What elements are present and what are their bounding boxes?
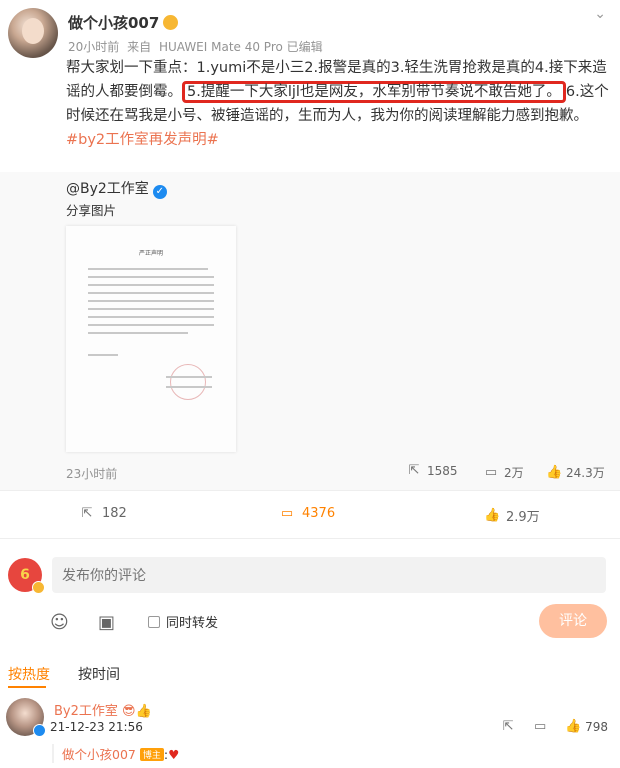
- reply-item: 做个小孩007 博主:♥: [52, 744, 179, 763]
- comment-like[interactable]: 👍 798: [565, 719, 608, 735]
- hashtag-link[interactable]: #by2工作室再发声明#: [66, 132, 219, 148]
- active-tab-indicator: [8, 686, 46, 688]
- comment-icon: ▭: [280, 505, 294, 521]
- like-button[interactable]: 👍 2.9万: [484, 506, 540, 525]
- post-meta: 20小时前 来自 HUAWEI Mate 40 Pro 已编辑: [68, 38, 323, 55]
- statement-image[interactable]: 严正声明: [66, 226, 236, 452]
- comment-time: 21-12-23 21:56: [50, 720, 143, 734]
- emoji-badge-icon: [163, 15, 179, 30]
- reply-author[interactable]: 做个小孩007: [62, 747, 136, 762]
- submit-comment-button[interactable]: 评论: [539, 604, 607, 638]
- emoji-icon[interactable]: ☺: [50, 612, 69, 633]
- comment-actions: ⇱ ▭ 👍 798: [501, 719, 608, 735]
- source-prefix: 来自: [127, 40, 152, 54]
- share-icon: ⇱: [408, 463, 420, 478]
- doc-title: 严正声明: [138, 250, 163, 257]
- tab-sort-time[interactable]: 按时间: [78, 664, 120, 684]
- share-icon[interactable]: ⇱: [501, 720, 515, 734]
- seal-stamp: [170, 364, 206, 400]
- repost-share-stat[interactable]: ⇱ 1585: [407, 463, 458, 479]
- comment-input[interactable]: [52, 557, 606, 593]
- verified-icon: ✓: [152, 185, 167, 199]
- heart-icon: ♥: [168, 747, 180, 762]
- repost-subtitle: 分享图片: [66, 203, 117, 218]
- repost-checkbox[interactable]: 同时转发: [148, 612, 218, 631]
- highlighted-text: 5.提醒一下大家ljl也是网友，水军别带节奏说不敢告她了。: [182, 81, 566, 103]
- repost-comment-stat[interactable]: ▭ 2万: [484, 464, 524, 481]
- post-time: 20小时前: [68, 40, 120, 54]
- my-avatar: 6: [8, 558, 45, 594]
- share-button[interactable]: ⇱ 182: [80, 506, 127, 521]
- post-text: 帮大家划一下重点：1.yumi不是小三2.报警是真的3.轻生洗胃抢救是真的4.接…: [66, 60, 609, 148]
- thumbs-up-icon: 👍: [546, 464, 563, 480]
- share-icon: ⇱: [81, 505, 93, 521]
- chevron-down-icon[interactable]: ⌄: [594, 6, 606, 22]
- author-name[interactable]: 做个小孩007: [68, 12, 179, 33]
- author-avatar[interactable]: [8, 8, 58, 58]
- comment-icon: ▭: [484, 464, 498, 480]
- thumbs-up-icon: 👍: [565, 719, 582, 734]
- repost-time: 23小时前: [66, 467, 118, 481]
- author-badge: 博主: [139, 748, 164, 761]
- comment-icon[interactable]: ▭: [533, 720, 547, 734]
- edited-label: 已编辑: [286, 40, 323, 54]
- emoji-badge-icon: 😎👍: [122, 704, 152, 719]
- post-device: HUAWEI Mate 40 Pro: [158, 40, 283, 54]
- comment-button[interactable]: ▭ 4376: [280, 506, 335, 521]
- tab-sort-hot[interactable]: 按热度: [8, 664, 50, 684]
- checkbox-icon[interactable]: [148, 615, 160, 628]
- repost-like-stat[interactable]: 👍 24.3万: [546, 464, 605, 481]
- commenter-avatar[interactable]: [6, 698, 46, 737]
- commenter-name[interactable]: By2工作室 😎👍: [54, 700, 152, 719]
- image-icon[interactable]: ▣: [98, 612, 115, 633]
- repost-author[interactable]: @By2工作室 ✓: [66, 178, 167, 199]
- thumbs-up-icon: 👍: [484, 507, 501, 523]
